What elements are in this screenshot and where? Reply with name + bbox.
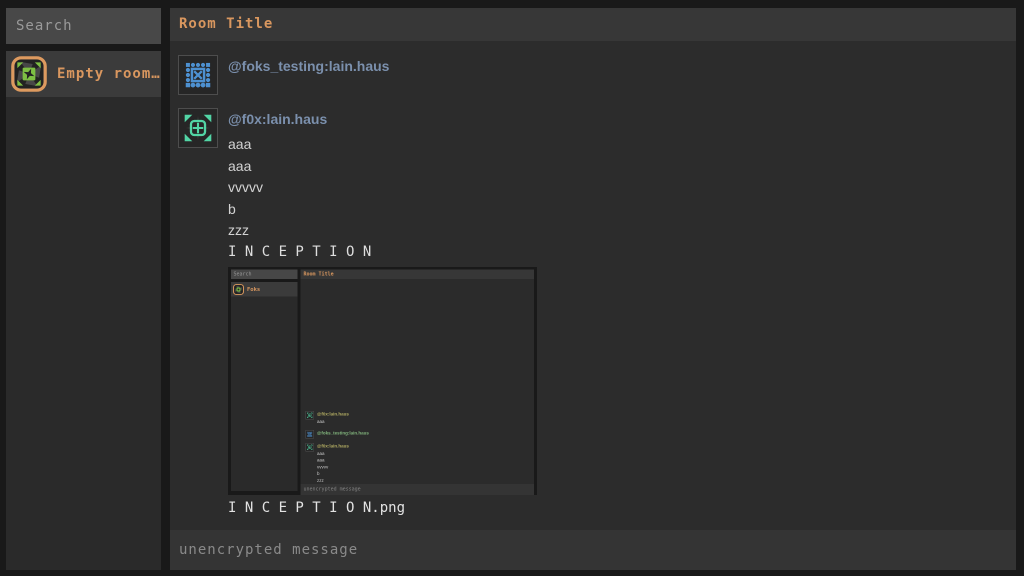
inception-message-text: b <box>317 471 349 478</box>
inception-room-list: Foks <box>231 282 298 491</box>
search-input[interactable]: Search <box>6 8 161 44</box>
inception-message-text: vvvvv <box>317 464 349 471</box>
inception-avatar-teal-icon <box>306 443 315 452</box>
inception-message-text: aaa <box>317 419 349 426</box>
message-sender: @f0x:lain.haus <box>228 108 537 127</box>
inception-search-input: Search <box>231 270 298 280</box>
inception-message-group: @f0x:lain.haus aaa <box>306 411 369 425</box>
inception-message-timeline: @f0x:lain.haus aaa <box>301 279 535 484</box>
message-input[interactable]: unencrypted message <box>170 530 1016 570</box>
message-sender: @foks_testing:lain.haus <box>228 55 389 74</box>
room-name-label: Empty room… <box>57 66 161 82</box>
inception-message-text: aaa <box>317 450 349 457</box>
room-identicon-icon <box>11 56 47 92</box>
message-text: aaa <box>228 134 537 156</box>
message-text: vvvvv <box>228 177 537 199</box>
inception-message-group: @foks_testing:lain.haus <box>306 430 369 439</box>
app-window: Search Empt <box>0 0 1024 576</box>
message-text: b <box>228 199 537 221</box>
message-text: zzz <box>228 220 537 242</box>
inception-message-sender: @f0x:lain.haus <box>317 443 349 449</box>
inception-room-identicon-icon <box>233 284 244 295</box>
inception-room-title-header: Room Title <box>301 270 535 280</box>
message-text: I N C E P T I O N <box>228 242 537 264</box>
message-group: @foks_testing:lain.haus <box>178 55 1016 95</box>
inception-avatar-blue-icon <box>306 430 315 439</box>
user-avatar-teal-grid-icon <box>178 108 218 148</box>
inception-screenshot-image: Search <box>228 267 537 495</box>
inception-message-sender: @foks_testing:lain.haus <box>317 430 369 436</box>
user-avatar-blue-dots-icon <box>178 55 218 95</box>
image-attachment[interactable]: Search <box>228 267 537 495</box>
inception-avatar-teal-icon <box>306 411 315 420</box>
room-list-item[interactable]: Empty room… <box>6 51 161 97</box>
inception-message-text: aaa <box>317 457 349 464</box>
inception-message-text: zzz <box>317 477 349 484</box>
inception-message-input: unencrypted message <box>301 484 535 495</box>
room-title-header: Room Title <box>170 8 1016 41</box>
inception-room-name-label: Foks <box>247 286 260 293</box>
inception-message-group: @f0x:lain.haus aaa aaa vvvvv b zzz <box>306 443 369 484</box>
message-text: aaa <box>228 156 537 178</box>
inception-message-sender: @f0x:lain.haus <box>317 411 349 417</box>
message-timeline: @foks_testing:lain.haus @f0x:lain.haus a… <box>170 41 1016 530</box>
attachment-filename: I N C E P T I O N.png <box>228 500 537 516</box>
room-list: Empty room… <box>6 51 161 570</box>
message-group: @f0x:lain.haus aaa aaa vvvvv b zzz I N C… <box>178 108 1016 516</box>
inception-room-list-item: Foks <box>231 282 298 297</box>
